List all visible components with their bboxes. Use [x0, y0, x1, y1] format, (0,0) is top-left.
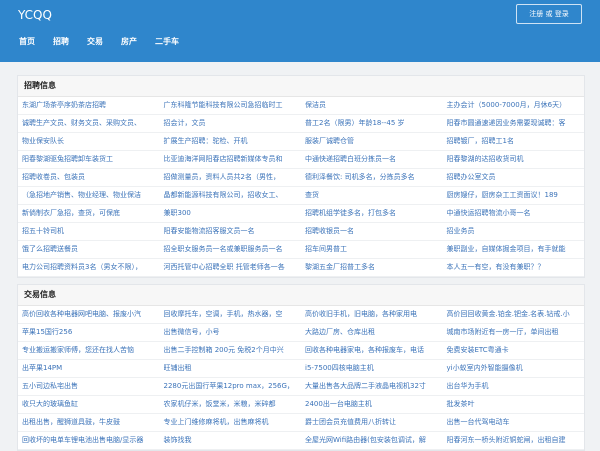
list-item[interactable]: 大路边厂房、仓库出租 [301, 324, 443, 342]
list-item[interactable]: 招业务员 [442, 223, 584, 241]
list-item[interactable]: 苹果15国行256 [18, 324, 160, 342]
list-item[interactable]: 主办会计（5000-7000月，月休6天） [442, 97, 584, 115]
list-item[interactable]: 出租出售，醒狮道具鼓，牛皮鼓 [18, 414, 160, 432]
list-item[interactable]: 出售一台代驾电动车 [442, 414, 584, 432]
nav-trade[interactable]: 交易 [78, 36, 112, 47]
list-item[interactable]: 全屋光网Wifi路由器(包安装包调试，解 [301, 432, 443, 450]
list-item[interactable]: 广东科隆节能科技有限公司急招临时工 [159, 97, 301, 115]
list-item[interactable]: 普工2名（限男）年龄18--45 岁 [301, 115, 443, 133]
section-title: 招聘信息 [18, 76, 584, 97]
list-item[interactable]: 收只大的玻璃鱼缸 [18, 396, 160, 414]
list-item[interactable]: 电力公司招聘资料员3名（男女不限）， [18, 259, 160, 277]
list-item[interactable]: 2280元出国行苹果12pro max，256G， [159, 378, 301, 396]
list-item[interactable]: 专业搬运搬家师傅，您还在找人苦恼 [18, 342, 160, 360]
list-item[interactable]: 出售二手控制箱 200元 免税2个月中兴 [159, 342, 301, 360]
list-item[interactable]: 比亚迪海洋网阳春店招聘新媒体专员和 [159, 151, 301, 169]
list-item[interactable]: 阳春黎湖的达招收货司机 [442, 151, 584, 169]
nav-home[interactable]: 首页 [10, 36, 44, 47]
list-item[interactable]: 阳春河东一桥头附近铜蛇闸，出租自建 [442, 432, 584, 450]
nav-used-cars[interactable]: 二手车 [146, 36, 188, 47]
list-item[interactable]: 回收各种电器家电，各种报废车，电话 [301, 342, 443, 360]
site-logo[interactable]: YCQQ [18, 8, 52, 22]
list-item[interactable]: 招全职女服务员一名或兼职服务员一名 [159, 241, 301, 259]
section-title: 交易信息 [18, 285, 584, 306]
list-item[interactable]: 出售微信号，小号 [159, 324, 301, 342]
list-item[interactable]: 免费安装ETC粤通卡 [442, 342, 584, 360]
jobs-section: 招聘信息 东湖广场茶亭序奶茶店招聘 广东科隆节能科技有限公司急招临时工 保洁员 主办会… [17, 75, 585, 278]
nav-property[interactable]: 房产 [112, 36, 146, 47]
list-item[interactable]: 高价回收各种电器网吧电脑、报废小汽 [18, 306, 160, 324]
list-item[interactable]: 回收摩托车，空调，手机，热水器，空 [159, 306, 301, 324]
list-item[interactable]: 回收坏的电单车锂电池出售电脑/显示器 [18, 432, 160, 450]
list-item[interactable]: 查货 [301, 187, 443, 205]
list-item[interactable]: 农家机仔米，饭堂米，米粮，米碎都 [159, 396, 301, 414]
list-item[interactable]: 厨房嫂仔，厨房杂工工资面议！189 [442, 187, 584, 205]
list-item[interactable]: 饿了么招聘送餐员 [18, 241, 160, 259]
list-item[interactable]: 新倘制衣厂急招，查货，可保底 [18, 205, 160, 223]
list-item[interactable]: 五小司边私宅出售 [18, 378, 160, 396]
list-item[interactable]: 招聘收银员一名 [301, 223, 443, 241]
list-item[interactable]: 高价收旧手机，旧电脑，各种家用电 [301, 306, 443, 324]
list-item[interactable]: 招聘办公室文员 [442, 169, 584, 187]
list-item[interactable]: 服装厂诚聘仓管 [301, 133, 443, 151]
nav-jobs[interactable]: 招聘 [44, 36, 78, 47]
list-item[interactable]: 晶都新能源科技有限公司，招收女工、 [159, 187, 301, 205]
list-item[interactable]: 装饰找我 [159, 432, 301, 450]
list-item[interactable]: 中通快运招聘物流小哥一名 [442, 205, 584, 223]
jobs-grid: 东湖广场茶亭序奶茶店招聘 广东科隆节能科技有限公司急招临时工 保洁员 主办会计（500… [18, 97, 584, 277]
list-item[interactable]: 阳春市圆通速递因业务需要现诚聘：客 [442, 115, 584, 133]
list-item[interactable]: 东湖广场茶亭序奶茶店招聘 [18, 97, 160, 115]
list-item[interactable]: 招五十铃司机 [18, 223, 160, 241]
list-item[interactable]: 大量出售各大品牌二手液晶电视机32寸 [301, 378, 443, 396]
list-item[interactable]: i5-7500四核电脑主机 [301, 360, 443, 378]
list-item[interactable]: 出苹果14PM [18, 360, 160, 378]
list-item[interactable]: 诚聘生产文员、财务文员、采购文员、 [18, 115, 160, 133]
list-item[interactable]: 招聘收卷员、包装员 [18, 169, 160, 187]
register-login-button[interactable]: 注册 或 登录 [516, 4, 582, 24]
list-item[interactable]: 物业保安队长 [18, 133, 160, 151]
list-item[interactable]: 扩展生产招聘：驼检、开机 [159, 133, 301, 151]
list-item[interactable]: 河西托管中心招聘全职 托管老师各一各 [159, 259, 301, 277]
list-item[interactable]: 阳春黎湖驱兔招聘卸车装货工 [18, 151, 160, 169]
list-item[interactable]: 保洁员 [301, 97, 443, 115]
list-item[interactable]: 兼职300 [159, 205, 301, 223]
list-item[interactable]: 城南市场附近有一房一厅，单间出租 [442, 324, 584, 342]
list-item[interactable]: 爵士团会员充值费用八折转让 [301, 414, 443, 432]
list-item[interactable]: （急招地产销售、物业经理、物业保洁 [18, 187, 160, 205]
list-item[interactable]: 招会计，文员 [159, 115, 301, 133]
list-item[interactable]: 专业上门维修麻将机，出售麻将机 [159, 414, 301, 432]
list-item[interactable]: 本人五一有空，有没有兼职？？ [442, 259, 584, 277]
trade-section: 交易信息 高价回收各种电器网吧电脑、报废小汽 回收摩托车，空调，手机，热水器，空高… [17, 284, 585, 451]
list-item[interactable]: 兼职副业，自媒体掘金项目，有手就能 [442, 241, 584, 259]
list-item[interactable]: 批发茶叶 [442, 396, 584, 414]
list-item[interactable]: 招做测量员，资料人员共2名（男性， [159, 169, 301, 187]
list-item[interactable]: 旺铺出租 [159, 360, 301, 378]
main-nav: 首页 招聘 交易 房产 二手车 [10, 36, 188, 47]
trade-grid: 高价回收各种电器网吧电脑、报废小汽 回收摩托车，空调，手机，热水器，空 高价收旧手机… [18, 306, 584, 450]
list-item[interactable]: 中通快递招聘白班分拣员一名 [301, 151, 443, 169]
list-item[interactable]: 招车间男普工 [301, 241, 443, 259]
list-item[interactable]: 高价回回收黄金.铂金.钯金.名表.钻戒.小 [442, 306, 584, 324]
list-item[interactable]: yi小蚁室内外智能摄像机 [442, 360, 584, 378]
list-item[interactable]: 招聘镀厂，招聘工1名 [442, 133, 584, 151]
list-item[interactable]: 2400出一台电脑主机 [301, 396, 443, 414]
list-item[interactable]: 黎湖五金厂招普工多名 [301, 259, 443, 277]
list-item[interactable]: 招聘机组学徒多名，打包多名 [301, 205, 443, 223]
list-item[interactable]: 阳春安能物流招客服文员一名 [159, 223, 301, 241]
header: YCQQ 注册 或 登录 首页 招聘 交易 房产 二手车 [0, 0, 600, 62]
list-item[interactable]: 德利泽餐饮: 司机多名，分拣员多名 [301, 169, 443, 187]
list-item[interactable]: 出台华为手机 [442, 378, 584, 396]
